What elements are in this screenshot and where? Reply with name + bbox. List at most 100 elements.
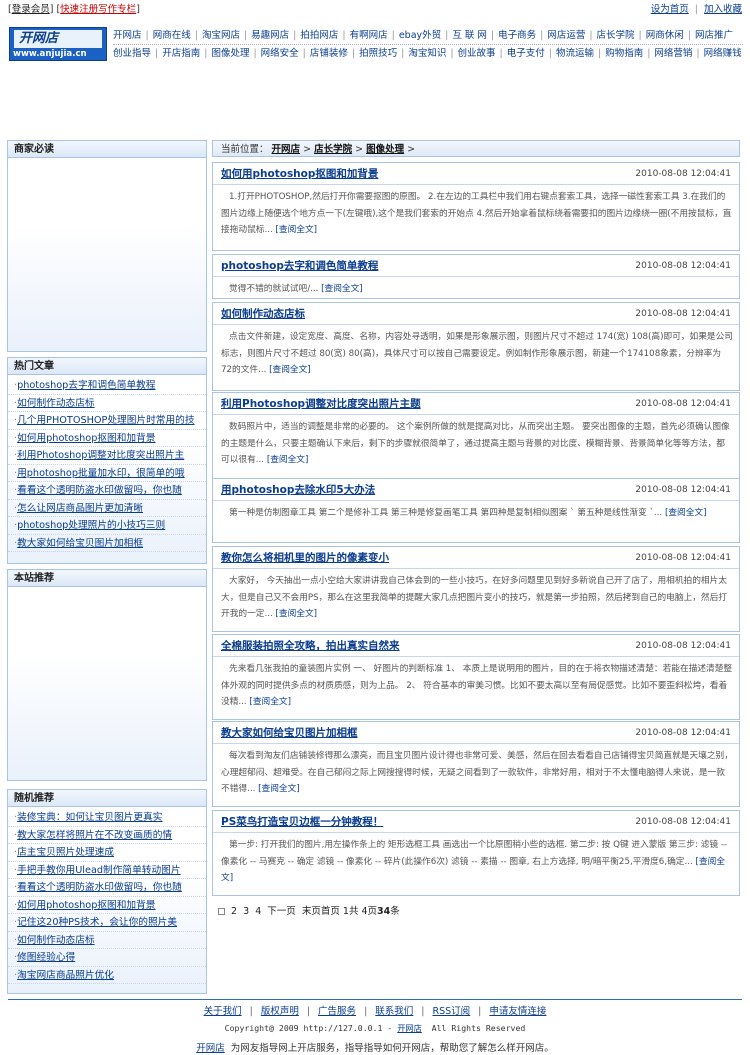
- read-more-link[interactable]: [查阅全文]: [258, 784, 300, 794]
- nav-item[interactable]: 网商在线: [153, 30, 191, 41]
- read-more-link[interactable]: [查阅全文]: [665, 508, 707, 518]
- article-link[interactable]: 利用Photoshop调整对比度突出照片主: [17, 450, 184, 461]
- register-link[interactable]: 快速注册写作专栏: [60, 4, 136, 15]
- nav-item[interactable]: 淘宝网店: [202, 30, 240, 41]
- nav-item[interactable]: 购物指南: [605, 48, 643, 59]
- login-link[interactable]: 登录会员: [12, 4, 50, 15]
- article-header: 教大家如何给宝贝图片加相框 2010-08-08 12:04:41: [213, 722, 739, 744]
- read-more-link[interactable]: [查阅全文]: [321, 284, 363, 294]
- nav-item[interactable]: 电子商务: [498, 30, 536, 41]
- footer-link[interactable]: RSS订阅: [432, 1006, 470, 1017]
- read-more-link[interactable]: [查阅全文]: [249, 697, 291, 707]
- article-link[interactable]: 如何制作动态店标: [17, 398, 95, 409]
- article-link[interactable]: 如何用photoshop抠图和加背景: [17, 900, 155, 911]
- nav-item[interactable]: 网店运营: [547, 30, 585, 41]
- nav-separator: |: [155, 48, 159, 59]
- article-title-link[interactable]: 利用Photoshop调整对比度突出照片主题: [221, 398, 421, 410]
- article-title-link[interactable]: 教大家如何给宝贝图片加相框: [221, 727, 358, 739]
- nav-item[interactable]: 创业故事: [458, 48, 496, 59]
- breadcrumb-prefix: 当前位置：: [221, 144, 269, 155]
- breadcrumb-current[interactable]: 图像处理: [366, 144, 404, 155]
- read-more-link[interactable]: [查阅全文]: [276, 609, 318, 619]
- nav-item[interactable]: 店长学院: [597, 30, 635, 41]
- footer-site-link[interactable]: 开网店: [196, 1043, 225, 1054]
- box-title: 随机推荐: [8, 790, 206, 807]
- nav-item-highlight[interactable]: 网络赚钱: [704, 48, 742, 59]
- nav-item[interactable]: 创业指导: [113, 48, 151, 59]
- nav-item[interactable]: 有啊网店: [350, 30, 388, 41]
- nav-item[interactable]: 店铺装修: [310, 48, 348, 59]
- nav-item[interactable]: 开店指南: [162, 48, 200, 59]
- nav-item[interactable]: 网络安全: [261, 48, 299, 59]
- article-title-link[interactable]: PS菜鸟打造宝贝边框一分钟教程！: [221, 816, 383, 828]
- nav-item[interactable]: 网络营销: [654, 48, 692, 59]
- list-item: ·用photoshop批量加水印，很简单的哦: [8, 465, 206, 482]
- article-link[interactable]: 教大家怎样将照片在不改变画质的情: [17, 830, 172, 841]
- nav-item[interactable]: 物流运输: [556, 48, 594, 59]
- footer-links: 关于我们 | 版权声明 | 广告服务 | 联系我们 | RSS订阅 | 申请友情连接: [0, 1003, 750, 1017]
- page-link[interactable]: 4: [255, 906, 261, 917]
- nav-item[interactable]: ebay外贸: [399, 30, 441, 41]
- footer-link[interactable]: 联系我们: [375, 1006, 413, 1017]
- article-link[interactable]: 几个用PHOTOSHOP处理图片时常用的技: [17, 415, 194, 426]
- article-link[interactable]: 记住这20种PS技术，会让你的照片美: [17, 917, 177, 928]
- read-more-link[interactable]: [查阅全文]: [267, 455, 309, 465]
- read-more-link[interactable]: [查阅全文]: [269, 365, 311, 375]
- site-logo[interactable]: 开网店 www.anjujia.cn: [9, 27, 107, 61]
- article-link[interactable]: 看看这个透明防盗水印做留吗，你也随: [17, 882, 182, 893]
- nav-item[interactable]: 拍照技巧: [359, 48, 397, 59]
- breadcrumb-category[interactable]: 店长学院: [314, 144, 352, 155]
- article-link[interactable]: 怎么让网店商品图片更加清晰: [17, 503, 143, 514]
- article-title-link[interactable]: 全棉服装拍照全攻略，拍出真实自然来: [221, 640, 400, 652]
- article-title-link[interactable]: 如何制作动态店标: [221, 308, 305, 320]
- footer-link[interactable]: 申请友情连接: [489, 1006, 546, 1017]
- read-more-link[interactable]: [查阅全文]: [276, 225, 318, 235]
- footer-link[interactable]: 版权声明: [261, 1006, 299, 1017]
- article-link[interactable]: 用photoshop批量加水印，很简单的哦: [17, 468, 184, 479]
- last-page-link[interactable]: 末页: [302, 906, 321, 917]
- article-link[interactable]: 手把手教你用Ulead制作简单转动图片: [17, 865, 180, 876]
- page-link[interactable]: 3: [243, 906, 249, 917]
- set-home-link[interactable]: 设为首页: [651, 4, 689, 15]
- list-item: ·手把手教你用Ulead制作简单转动图片: [8, 862, 206, 879]
- article-title-link[interactable]: 如何用photoshop抠图和加背景: [221, 168, 378, 180]
- article-link[interactable]: 店主宝贝照片处理速成: [17, 847, 114, 858]
- footer-link[interactable]: 广告服务: [318, 1006, 356, 1017]
- article-link[interactable]: 教大家如何给宝贝图片加相框: [17, 538, 143, 549]
- article-title-link[interactable]: photoshop去字和调色简单教程: [221, 260, 378, 272]
- first-page-link[interactable]: 首页: [321, 906, 340, 917]
- nav-item[interactable]: 网商休闲: [646, 30, 684, 41]
- article-link[interactable]: 如何制作动态店标: [17, 935, 95, 946]
- article-link[interactable]: 如何用photoshop抠图和加背景: [17, 433, 155, 444]
- page-link[interactable]: 2: [231, 906, 237, 917]
- article-summary-text: 觉得不错的就试试吧/...: [229, 284, 319, 294]
- breadcrumb-home[interactable]: 开网店: [272, 144, 301, 155]
- article-link[interactable]: photoshop去字和调色简单教程: [17, 380, 155, 391]
- copyright-site-link[interactable]: 开网店: [397, 1023, 422, 1033]
- article-summary: 觉得不错的就试试吧/... [查阅全文]: [213, 277, 739, 298]
- article-card: 如何用photoshop抠图和加背景 2010-08-08 12:04:41 1.打…: [212, 162, 740, 251]
- article-link[interactable]: 装修宝典：如何让宝贝图片更真实: [17, 812, 162, 823]
- nav-item[interactable]: 开网店: [113, 30, 142, 41]
- article-title-link[interactable]: 教你怎么将相机里的图片的像素变小: [221, 552, 389, 564]
- copyright-text: Copyright@ 2009 http://127.0.0.1 -: [224, 1023, 393, 1033]
- nav-item[interactable]: 淘宝知识: [408, 48, 446, 59]
- footer-link[interactable]: 关于我们: [204, 1006, 242, 1017]
- article-title-link[interactable]: 用photoshop去除水印5大办法: [221, 484, 375, 496]
- nav-item[interactable]: 互 联 网: [452, 30, 487, 41]
- nav-item-highlight[interactable]: 网店推广: [695, 30, 733, 41]
- article-link[interactable]: 修图经验心得: [17, 952, 75, 963]
- nav-separator: |: [540, 30, 544, 41]
- nav-item[interactable]: 电子支付: [507, 48, 545, 59]
- article-link[interactable]: 淘宝网店商品照片优化: [17, 970, 114, 981]
- copyright-rights: All Rights Reserved: [431, 1023, 526, 1033]
- add-favorite-link[interactable]: 加入收藏: [704, 4, 742, 15]
- nav-item[interactable]: 易趣网店: [251, 30, 289, 41]
- next-page-link[interactable]: 下一页: [267, 906, 296, 917]
- box-title: 商家必读: [8, 141, 206, 158]
- nav-item[interactable]: 图像处理: [211, 48, 249, 59]
- article-summary-text: 第一种是仿制图章工具 第二个是修补工具 第三种是修复画笔工具 第四种是复制相似图…: [229, 508, 663, 518]
- article-link[interactable]: 看看这个透明防盗水印做留吗，你也随: [17, 485, 182, 496]
- nav-item[interactable]: 拍拍网店: [300, 30, 338, 41]
- article-link[interactable]: photoshop处理照片的小技巧三则: [17, 520, 165, 531]
